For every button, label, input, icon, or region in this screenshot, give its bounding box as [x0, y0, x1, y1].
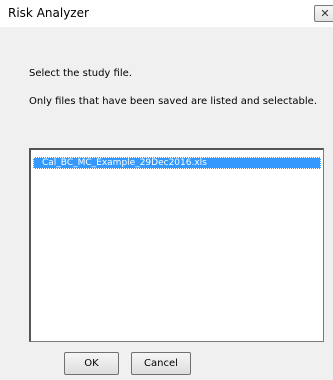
window-title: Risk Analyzer	[8, 6, 89, 20]
close-icon: ✕	[320, 7, 330, 20]
close-button[interactable]: ✕	[314, 5, 333, 22]
cancel-button[interactable]: Cancel	[131, 352, 191, 375]
list-item[interactable]: Cal_BC_MC_Example_29Dec2016.xls	[33, 157, 321, 169]
title-bar[interactable]: Risk Analyzer ✕	[0, 0, 333, 28]
select-study-prompt: Select the study file.	[29, 68, 132, 79]
ok-button[interactable]: OK	[64, 352, 119, 375]
study-file-listbox[interactable]: Cal_BC_MC_Example_29Dec2016.xls	[29, 148, 324, 342]
saved-files-note: Only files that have been saved are list…	[29, 96, 318, 107]
risk-analyzer-dialog: Risk Analyzer ✕ Select the study file. O…	[0, 0, 333, 380]
